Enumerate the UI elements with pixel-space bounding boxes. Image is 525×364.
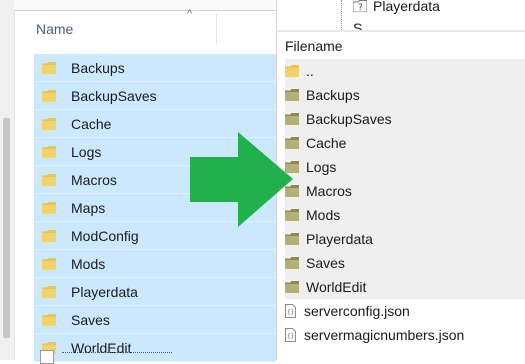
json-file-icon: {} (285, 328, 296, 342)
file-icon (40, 350, 54, 364)
parent-directory-item[interactable]: .. (285, 59, 525, 83)
folder-label: Macros (71, 171, 117, 188)
remote-folder-label: BackupSaves (306, 111, 392, 127)
splitter[interactable] (277, 30, 525, 32)
folder-label: Playerdata (71, 283, 138, 300)
remote-directory-tree: ? Playerdata S... (277, 0, 525, 30)
remote-folder-label: Macros (306, 183, 352, 199)
folder-icon (285, 65, 299, 77)
tree-item-label: Playerdata (373, 0, 440, 14)
tree-item-partial-label: S... (353, 20, 375, 30)
folder-item[interactable]: Playerdata (34, 278, 276, 306)
folder-icon (42, 61, 56, 74)
remote-folder-item[interactable]: Saves (285, 251, 525, 275)
remote-folder-item[interactable]: WorldEdit (285, 275, 525, 299)
remote-folder-item[interactable]: Macros (285, 179, 525, 203)
folder-label: Saves (71, 311, 110, 328)
svg-text:{}: {} (287, 309, 294, 316)
remote-file-item[interactable]: {} serverconfig.json (285, 299, 525, 323)
remote-folder-item[interactable]: Backups (285, 83, 525, 107)
folder-icon (42, 229, 56, 242)
parent-directory-label: .. (306, 63, 314, 79)
folder-label: Logs (71, 143, 102, 160)
folder-label: Maps (71, 199, 106, 216)
folder-icon (42, 201, 56, 214)
remote-folder-label: Backups (306, 87, 360, 103)
question-folder-icon: ? (353, 0, 367, 12)
folder-icon (42, 257, 56, 270)
svg-text:{}: {} (287, 333, 294, 340)
ftp-remote-pane: ? Playerdata S... Filename .. Backups Back… (277, 0, 525, 360)
remote-folder-label: Logs (306, 159, 337, 175)
tree-item-playerdata[interactable]: ? Playerdata (353, 0, 440, 14)
folder-item[interactable]: Backups (34, 54, 276, 82)
remote-folder-label: Saves (306, 255, 345, 271)
folder-item[interactable]: BackupSaves (34, 82, 276, 110)
column-divider[interactable] (216, 14, 217, 44)
folder-label: Mods (71, 255, 106, 272)
remote-folder-item[interactable]: Mods (285, 203, 525, 227)
folder-item[interactable]: Saves (34, 306, 276, 334)
folder-icon (42, 117, 56, 130)
remote-folder-label: Mods (306, 207, 341, 223)
remote-file-label: serverconfig.json (304, 303, 410, 319)
remote-folder-label: Cache (306, 135, 347, 151)
sort-ascending-icon[interactable]: ^ (187, 8, 192, 20)
folder-label: Cache (71, 115, 112, 132)
folder-icon (42, 145, 56, 158)
explorer-scrollbar-thumb[interactable] (3, 118, 10, 338)
filename-column-header[interactable]: Filename (285, 38, 343, 54)
remote-folder-item[interactable]: Cache (285, 131, 525, 155)
explorer-top-strip (14, 0, 276, 11)
remote-file-label: servermagicnumbers.json (304, 327, 465, 343)
json-file-icon: {} (285, 304, 296, 318)
folder-icon (42, 285, 56, 298)
folder-label: BackupSaves (71, 87, 157, 104)
remote-folder-label: Playerdata (306, 231, 373, 247)
folder-label: Backups (71, 59, 125, 76)
tree-connector-line (341, 0, 343, 30)
name-column-header[interactable]: Name (36, 21, 73, 37)
folder-icon (285, 281, 299, 293)
arrow-right-icon (190, 132, 293, 227)
folder-icon (285, 233, 299, 245)
cut-off-item (62, 352, 172, 358)
remote-folder-item[interactable]: Playerdata (285, 227, 525, 251)
remote-file-list: .. Backups BackupSaves Cache Logs Macros Mods P… (285, 59, 525, 347)
folder-icon (285, 257, 299, 269)
remote-folder-label: WorldEdit (306, 279, 367, 295)
remote-folder-item[interactable]: BackupSaves (285, 107, 525, 131)
explorer-scrollbar[interactable] (0, 0, 15, 360)
svg-text:?: ? (358, 3, 363, 12)
folder-icon (42, 313, 56, 326)
folder-label: ModConfig (71, 227, 139, 244)
folder-icon (285, 89, 299, 101)
folder-icon (42, 173, 56, 186)
remote-file-item[interactable]: {} servermagicnumbers.json (285, 323, 525, 347)
folder-item[interactable]: Mods (34, 250, 276, 278)
folder-icon (285, 113, 299, 125)
remote-folder-item[interactable]: Logs (285, 155, 525, 179)
folder-icon (42, 89, 56, 102)
